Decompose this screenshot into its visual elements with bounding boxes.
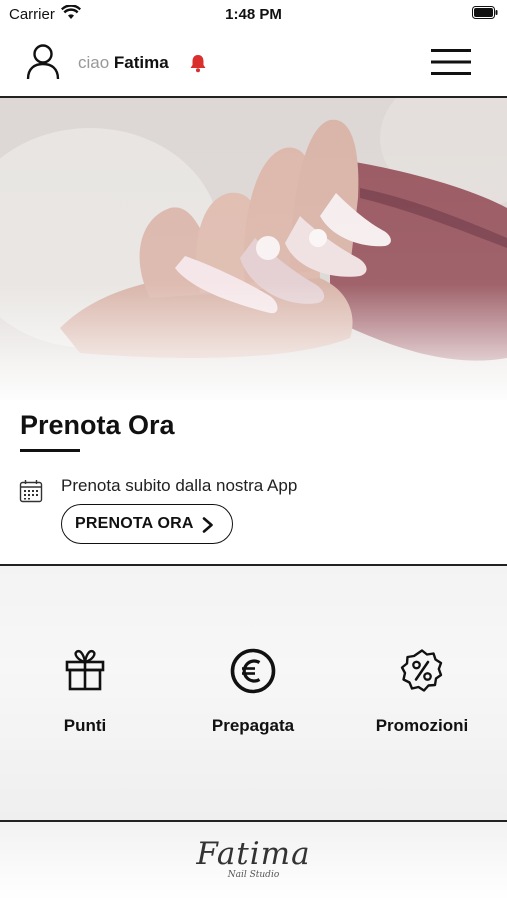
title-underline — [20, 449, 80, 452]
feature-punti[interactable]: Punti — [15, 648, 155, 738]
user-profile-icon[interactable] — [26, 44, 60, 80]
clock: 1:48 PM — [225, 6, 282, 23]
feature-prepagata[interactable]: Prepagata — [183, 648, 323, 738]
discount-badge-icon — [400, 649, 443, 692]
logo-text: Fatima — [196, 836, 311, 872]
logo-subtitle: Nail Studio — [227, 870, 280, 880]
hero-nails-image — [0, 98, 507, 408]
greeting-word: ciao — [78, 53, 110, 72]
user-name: Fatima — [113, 53, 169, 72]
booking-card-title: Prenota Ora — [20, 410, 175, 440]
euro-coin-icon — [230, 648, 276, 694]
booking-description: Prenota subito dalla nostra App — [61, 476, 298, 495]
battery-icon — [472, 6, 498, 19]
chevron-right-icon — [202, 517, 213, 533]
feature-label: Prepagata — [211, 716, 295, 735]
app-header: ciao Fatima — [0, 28, 507, 96]
book-now-button[interactable]: PRENOTA ORA — [61, 504, 233, 544]
book-now-label: PRENOTA ORA — [75, 515, 194, 532]
feature-label: Promozioni — [375, 716, 469, 735]
user-greeting: ciao Fatima — [78, 53, 169, 73]
status-bar: Carrier 1:48 PM — [0, 0, 507, 28]
feature-label: Punti — [63, 716, 107, 735]
feature-promozioni[interactable]: Promozioni — [352, 648, 492, 738]
gift-icon — [65, 649, 105, 691]
calendar-icon — [19, 480, 43, 503]
notification-bell-icon[interactable] — [188, 53, 208, 73]
hero-illustration — [0, 98, 507, 408]
hamburger-menu-icon[interactable] — [431, 48, 471, 76]
brand-logo: Fatima Nail Studio — [0, 836, 507, 880]
